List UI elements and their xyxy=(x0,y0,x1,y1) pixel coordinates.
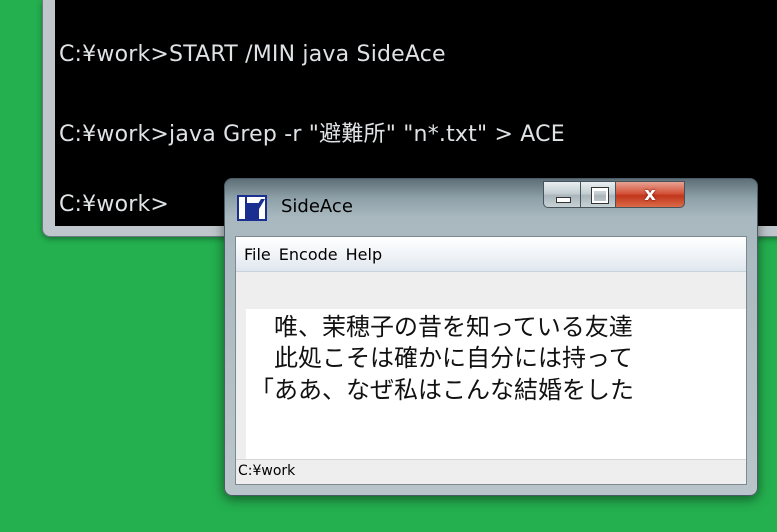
text-line: 「ああ、なぜ私はこんな結婚をした xyxy=(250,376,634,404)
menu-help[interactable]: Help xyxy=(342,245,386,264)
menu-bar: File Encode Help xyxy=(236,237,746,272)
close-icon: x xyxy=(644,184,656,205)
console-line: C:¥work>java Grep -r "避難所" "n*.txt" > AC… xyxy=(59,122,565,147)
text-view[interactable]: 唯、茉穂子の昔を知っている友達 此処こそは確かに自分には持って 「ああ、なぜ私は… xyxy=(246,309,746,460)
console-line: C:¥work> xyxy=(59,192,170,217)
sideace-window[interactable]: SideAce x File Encode Help 唯、茉穂子の昔を知っている友達… xyxy=(224,178,758,496)
maximize-icon xyxy=(591,187,609,204)
menu-encode[interactable]: Encode xyxy=(275,245,342,264)
console-line: C:¥work>START /MIN java SideAce xyxy=(59,42,446,67)
title-bar[interactable]: SideAce x xyxy=(225,179,757,235)
sideace-app-icon xyxy=(237,195,267,221)
text-line: 此処こそは確かに自分には持って xyxy=(250,344,633,372)
maximize-button[interactable] xyxy=(580,181,616,208)
minimize-icon xyxy=(556,197,571,203)
content-area: 唯、茉穂子の昔を知っている友達 此処こそは確かに自分には持って 「ああ、なぜ私は… xyxy=(236,272,746,460)
status-path: C:¥work xyxy=(238,463,296,479)
minimize-button[interactable] xyxy=(543,181,581,208)
menu-file[interactable]: File xyxy=(240,245,275,264)
close-button[interactable]: x xyxy=(615,181,685,208)
window-title: SideAce xyxy=(281,196,353,217)
client-area: File Encode Help 唯、茉穂子の昔を知っている友達 此処こそは確かに自… xyxy=(235,236,747,485)
status-bar: C:¥work xyxy=(236,459,746,484)
